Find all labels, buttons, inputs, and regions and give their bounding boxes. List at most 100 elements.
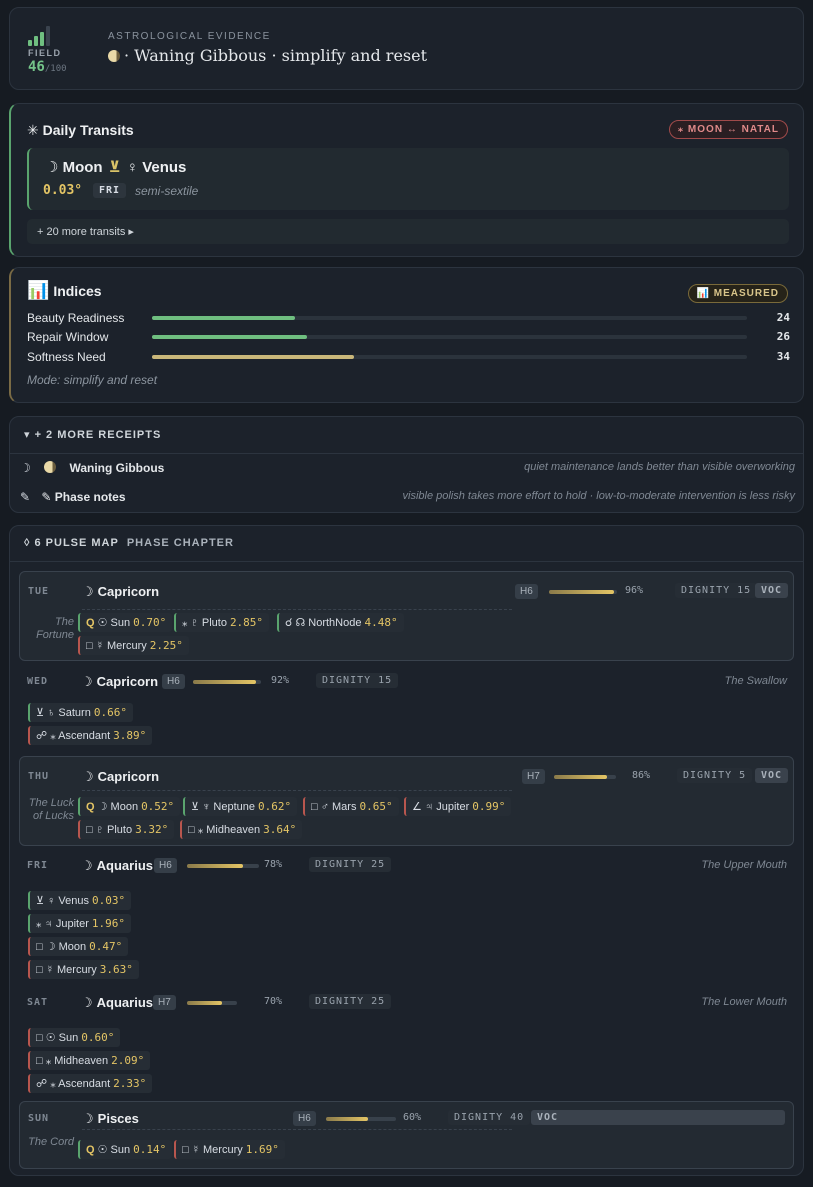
aspect-chip[interactable]: □ ⁎ Midheaven 2.09°: [28, 1051, 151, 1070]
index-value: 24: [776, 311, 790, 324]
daily-transits-card: ✳ Daily Transits ⁎ MOON ↔ NATAL ☽ Moon ⊻ ♀…: [9, 103, 804, 257]
pulse-bar: [193, 680, 261, 684]
moon-icon: ☽: [82, 1111, 94, 1126]
aspect-chip[interactable]: ∠ ♃ Jupiter 0.99°: [404, 797, 512, 816]
pulse-day-wed[interactable]: WED ☽ Capricorn H6 92% DIGNITY 15 The Swallow ⊻…: [19, 666, 794, 746]
featured-transit[interactable]: ☽ Moon ⊻ ♀ Venus 0.03° FRI semi-sextile: [27, 148, 789, 210]
aspect-chip[interactable]: ⊻ ♆ Neptune 0.62°: [183, 797, 298, 816]
moon-icon: ☽: [20, 461, 31, 475]
aspect-chip[interactable]: □ ☉ Sun 0.60°: [28, 1028, 121, 1047]
aspect-chip[interactable]: Q ☉ Sun 0.14°: [78, 1140, 173, 1159]
moon-sign: ☽ Aquarius: [81, 995, 153, 1010]
phase-chapter: The Cord: [28, 1136, 74, 1148]
void-of-course-badge: VOC: [755, 768, 789, 783]
field-label: FIELD: [28, 48, 62, 58]
more-receipts-toggle[interactable]: ▾ + 2 MORE RECEIPTS: [24, 428, 161, 441]
day-name: THU: [28, 771, 50, 782]
day-name: TUE: [28, 586, 50, 597]
aspect-orb: 2.09°: [111, 1054, 145, 1067]
aspect-orb: 0.03°: [92, 894, 126, 907]
day-name: SUN: [28, 1113, 50, 1124]
aspect-chip[interactable]: □ ☿ Mercury 3.63°: [28, 960, 139, 979]
more-transits-button[interactable]: + 20 more transits ▸: [27, 219, 789, 244]
index-row: Softness Need 34: [27, 350, 790, 366]
aspect-orb: 3.64°: [263, 823, 297, 836]
aspect-chip[interactable]: ⁎ ♃ Jupiter 1.96°: [28, 914, 132, 933]
aspect-orb: 0.62°: [258, 800, 292, 813]
pulse-bar: [326, 1117, 396, 1121]
field-header-card: FIELD 46/100 ASTROLOGICAL EVIDENCE · Wan…: [9, 7, 804, 90]
pulse-day-tue[interactable]: TUE ☽ Capricorn H6 96% DIGNITY 15 VOC The Fortu…: [19, 571, 794, 661]
aspect-chip[interactable]: □ ♂ Mars 0.65°: [303, 797, 399, 816]
aspect-orb: 2.85°: [229, 616, 264, 629]
pulse-bar: [187, 864, 259, 868]
aspect-label: □ ♂ Mars: [311, 801, 357, 813]
aspect-label: □ ☿ Mercury: [86, 640, 147, 652]
aspect-orb: 0.52°: [141, 800, 175, 813]
moon-sign: ☽ Capricorn: [82, 584, 160, 599]
aspect-chip[interactable]: Q ☉ Sun 0.70°: [78, 613, 173, 632]
house-badge: H6: [154, 858, 177, 873]
index-bar: [152, 355, 747, 359]
pulse-percent: 60%: [403, 1112, 422, 1123]
aspect-chip[interactable]: ⁎ ♇ Pluto 2.85°: [174, 613, 270, 632]
aspect-orb: 0.60°: [81, 1031, 115, 1044]
aspect-chip[interactable]: ⊻ ♄ Saturn 0.66°: [28, 703, 133, 722]
aspect-label: ☽ Moon: [97, 801, 139, 813]
index-label: Repair Window: [27, 330, 109, 344]
pulse-bar-fill: [187, 1001, 222, 1005]
index-label: Beauty Readiness: [27, 311, 125, 325]
dignity-badge: DIGNITY 5: [677, 768, 753, 783]
transit-bodies: ☽ Moon ⊻ ♀ Venus: [45, 159, 187, 176]
aspect-chip[interactable]: □ ⁎ Midheaven 3.64°: [180, 820, 303, 839]
aspect-chip[interactable]: □ ☽ Moon 0.47°: [28, 937, 129, 956]
section-title: 📊 Indices: [27, 280, 102, 300]
house-badge: H6: [293, 1111, 316, 1126]
aspect-label: ∠ ♃ Jupiter: [412, 801, 470, 813]
aspect-orb: 3.32°: [135, 823, 169, 836]
aspect-label: □ ☉ Sun: [36, 1032, 79, 1044]
pulse-day-fri[interactable]: FRI ☽ Aquarius H6 78% DIGNITY 25 The Upper Mou…: [19, 851, 794, 979]
aspect-chip[interactable]: ☌ ☊ NorthNode 4.48°: [277, 613, 404, 632]
aspect-orb: 0.70°: [133, 616, 167, 629]
aspect-chip[interactable]: ⊻ ♀ Venus 0.03°: [28, 891, 132, 910]
house-badge: H7: [153, 995, 176, 1010]
aspect-orb: 0.99°: [472, 800, 506, 813]
pulse-bar-fill: [187, 864, 244, 868]
aspect-orb: 1.96°: [91, 917, 126, 930]
divider: [82, 609, 512, 610]
aspect-chip[interactable]: ☍ ⁎ Ascendant 3.89°: [28, 726, 153, 745]
index-row: Repair Window 26: [27, 330, 790, 346]
indices-card: 📊 Indices 📊 MEASURED Beauty Readiness 24 R…: [9, 267, 804, 403]
moon-sign: ☽ Pisces: [82, 1111, 139, 1126]
aspect-chip[interactable]: □ ☿ Mercury 2.25°: [78, 636, 189, 655]
aspect-chip[interactable]: □ ♇ Pluto 3.32°: [78, 820, 175, 839]
moon-icon: ☽: [82, 584, 94, 599]
bar-chart-icon: 📊: [27, 280, 50, 300]
house-badge: H7: [522, 769, 545, 784]
aspect-chip[interactable]: □ ☿ Mercury 1.69°: [174, 1140, 285, 1159]
pulse-percent: 92%: [271, 675, 290, 686]
quality-marker: Q: [86, 1144, 95, 1156]
aspect-chip[interactable]: Q ☽ Moon 0.52°: [78, 797, 181, 816]
void-of-course-badge: VOC: [531, 1110, 785, 1125]
aspect-orb: 3.89°: [113, 729, 147, 742]
pulse-day-thu[interactable]: THU ☽ Capricorn H7 86% DIGNITY 5 VOC The Luck o…: [19, 756, 794, 846]
phase-chapter: The Lower Mouth: [701, 996, 787, 1008]
moon-icon: ☽: [82, 769, 94, 784]
receipt-row: ☽ Waning Gibbous quiet maintenance lands…: [20, 461, 795, 475]
dignity-badge: DIGNITY 40: [448, 1110, 531, 1125]
index-value: 34: [776, 350, 790, 363]
aspect-chip[interactable]: ☍ ⁎ Ascendant 2.33°: [28, 1074, 153, 1093]
aspect-label: □ ⁎ Midheaven: [36, 1055, 109, 1067]
pulse-day-sun[interactable]: SUN ☽ Pisces H6 60% DIGNITY 40 VOC The Cord Q ☉ …: [19, 1101, 794, 1169]
pulse-day-sat[interactable]: SAT ☽ Aquarius H7 70% DIGNITY 25 The Lower Mou…: [19, 988, 794, 1093]
moon-sign: ☽ Capricorn: [81, 674, 159, 689]
aspect-label: ⊻ ♀ Venus: [36, 895, 89, 907]
receipts-card: ▾ + 2 MORE RECEIPTS ☽ Waning Gibbous qui…: [9, 416, 804, 513]
aspect-orb: 0.65°: [359, 800, 393, 813]
pulse-bar: [187, 1001, 237, 1005]
moon-icon: ☽: [81, 858, 93, 873]
pulse-map-title: ◊ 6 PULSE MAP PHASE CHAPTER: [24, 537, 234, 549]
index-bar: [152, 335, 747, 339]
